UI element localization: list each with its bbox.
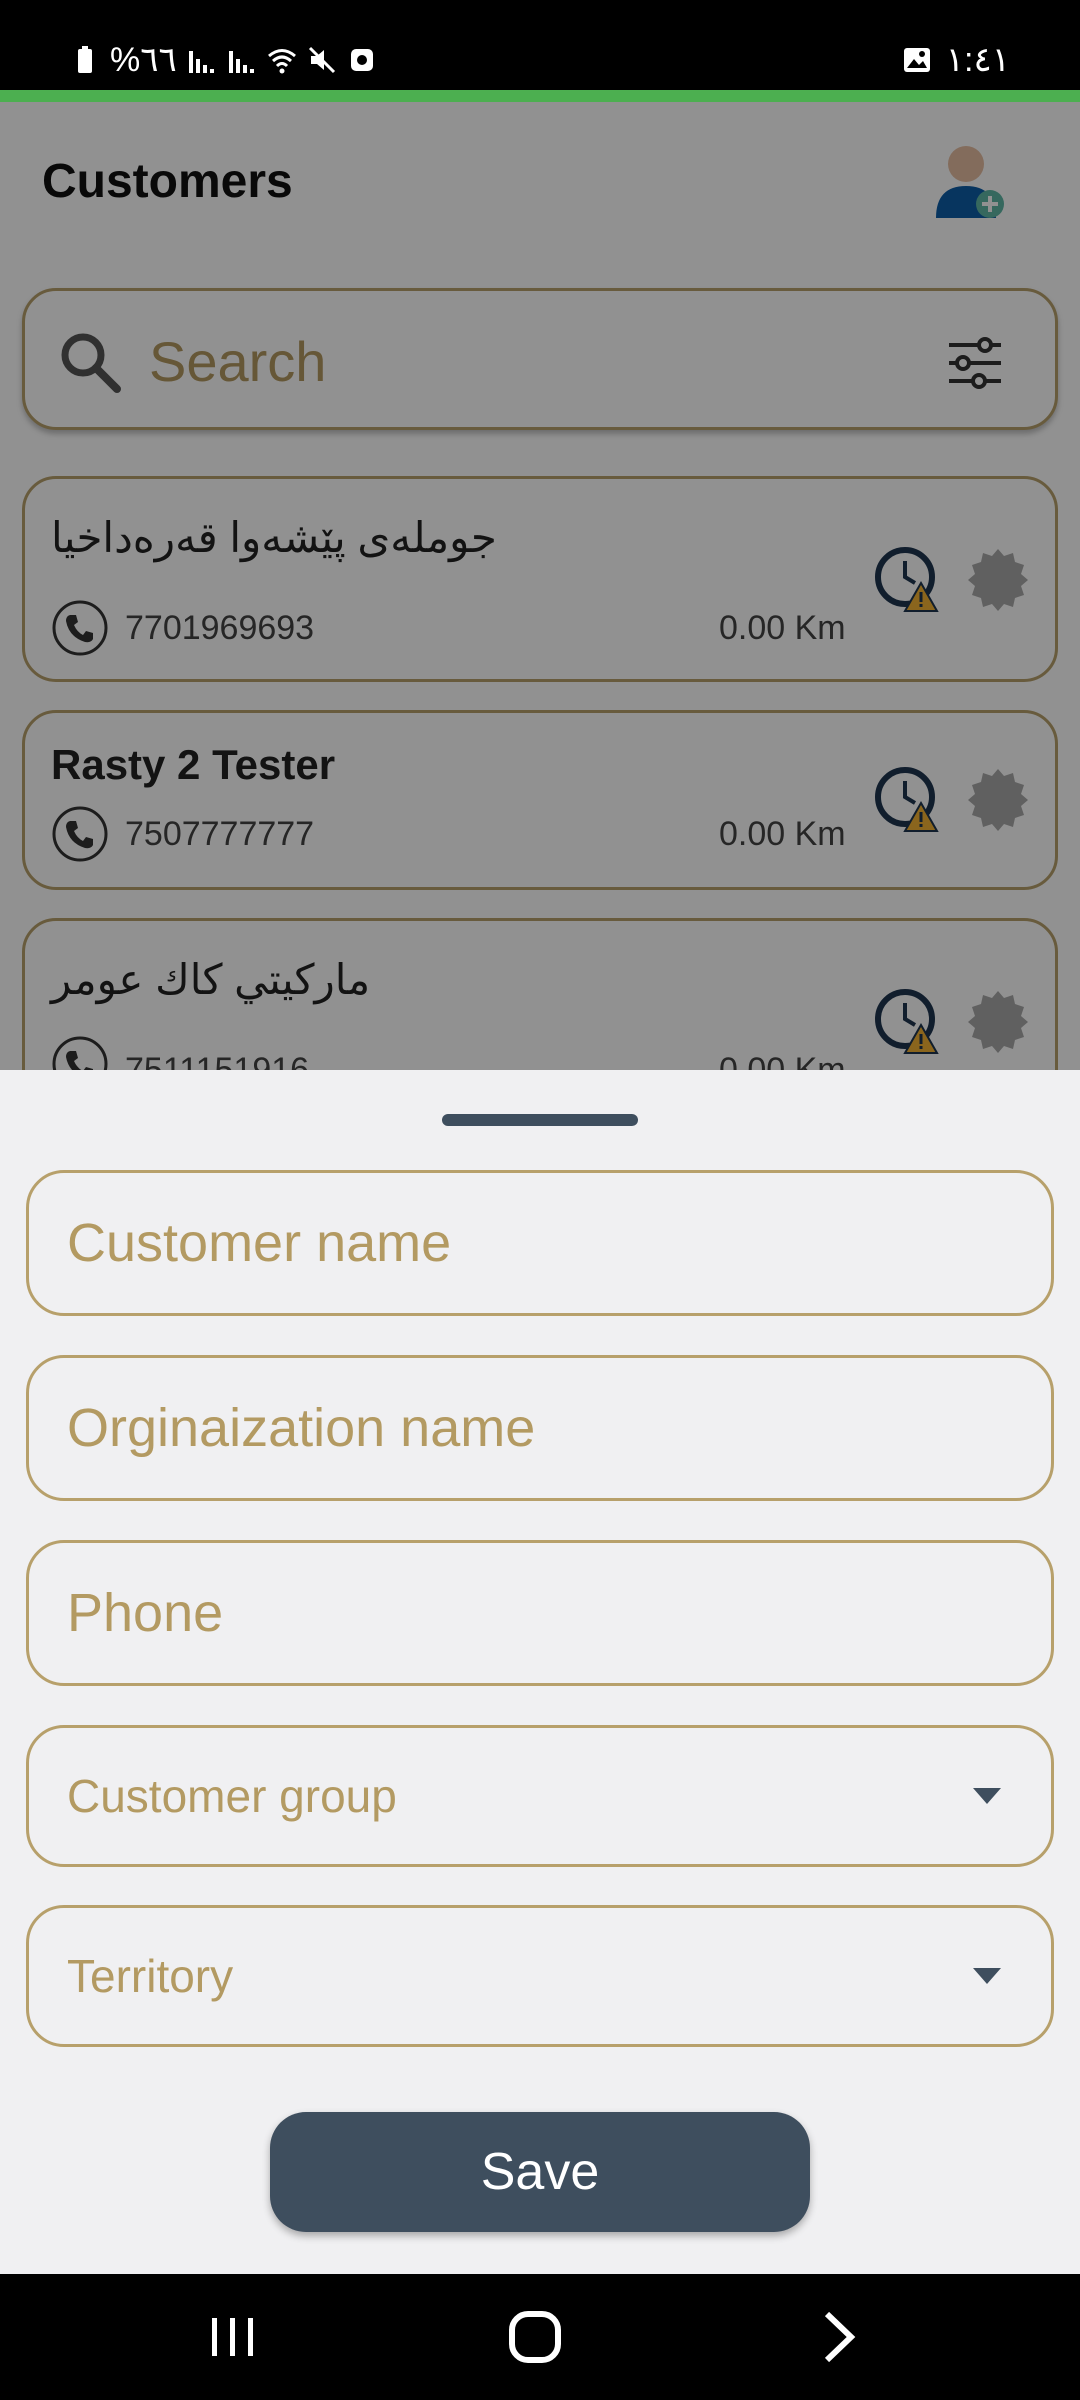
signal-icon-2	[228, 51, 254, 73]
dropdown-arrow-icon	[973, 1788, 1001, 1804]
clock: ١:٤١	[945, 41, 1010, 79]
signal-icon	[188, 51, 214, 73]
drag-handle[interactable]	[442, 1114, 638, 1126]
back-icon[interactable]	[805, 2304, 871, 2370]
organization-name-input[interactable]	[67, 1358, 1017, 1498]
recycle-icon	[350, 49, 373, 71]
territory-label: Territory	[67, 1950, 234, 2002]
territory-select[interactable]: Territory	[26, 1905, 1054, 2047]
status-left: %٦٦	[70, 40, 377, 80]
modal-scrim[interactable]	[0, 102, 1080, 1070]
progress-bar	[0, 90, 1080, 102]
customer-group-label: Customer group	[67, 1770, 397, 1822]
battery-saver-icon	[78, 46, 92, 73]
customer-group-select[interactable]: Customer group	[26, 1725, 1054, 1867]
save-button[interactable]: Save	[270, 2112, 810, 2232]
phone-input[interactable]	[67, 1543, 1017, 1683]
customer-name-input[interactable]	[67, 1173, 1017, 1313]
home-icon[interactable]	[502, 2304, 568, 2370]
dropdown-arrow-icon	[973, 1968, 1001, 1984]
phone-field[interactable]	[26, 1540, 1054, 1686]
navigation-bar	[0, 2274, 1080, 2400]
gallery-icon	[903, 48, 930, 72]
status-right: ١:٤١	[902, 40, 1010, 80]
wifi-icon	[267, 49, 296, 74]
customer-name-field[interactable]	[26, 1170, 1054, 1316]
mute-icon	[308, 46, 335, 74]
recent-apps-icon[interactable]	[200, 2304, 266, 2370]
customers-screen: Customers جوملەی پێشەوا قەرەداخیا 770196…	[0, 102, 1080, 1070]
status-bar: %٦٦ ١:٤١	[0, 0, 1080, 90]
battery-percent: %٦٦	[110, 41, 177, 79]
organization-name-field[interactable]	[26, 1355, 1054, 1501]
add-customer-sheet: Customer group Territory Save	[0, 1070, 1080, 2274]
